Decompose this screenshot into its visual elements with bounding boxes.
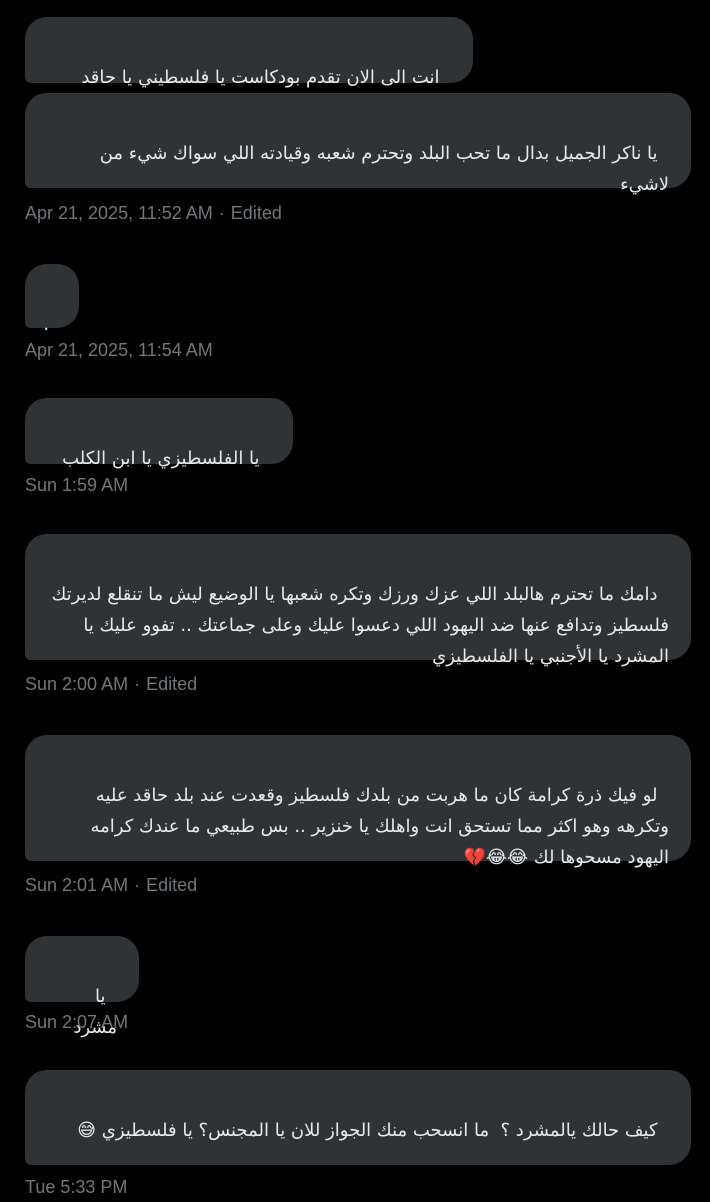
timestamp-text: Tue 5:33 PM	[25, 1177, 128, 1197]
message-bubble[interactable]: يا الفلسطيزي يا ابن الكلب	[25, 398, 293, 469]
message-bubble[interactable]: يا مشرد	[25, 936, 139, 1038]
message-text: لو فيك ذرة كرامة كان ما هربت من بلدك فلس…	[84, 785, 669, 868]
edited-label: Edited	[230, 203, 282, 223]
message-bubble[interactable]: انت الى الان تقدم بودكاست يا فلسطيني يا …	[25, 17, 473, 88]
message-timestamp: Sun 1:59 AM	[25, 475, 128, 496]
message-text: .	[43, 314, 50, 335]
message-timestamp: Apr 21, 2025, 11:52 AM · Edited	[25, 203, 282, 224]
message-text: انت الى الان تقدم بودكاست يا فلسطيني يا …	[81, 67, 440, 88]
message-text: كيف حالك يالمشرد ؟ ما انسحب منك الجواز ل…	[77, 1120, 658, 1141]
separator: ·	[134, 875, 141, 895]
edited-label: Edited	[146, 875, 198, 895]
message-bubble[interactable]: .	[25, 264, 79, 335]
timestamp-text: Apr 21, 2025, 11:54 AM	[25, 340, 213, 360]
message-timestamp: Sun 2:07 AM	[25, 1012, 128, 1033]
separator: ·	[134, 674, 141, 694]
message-timestamp: Tue 5:33 PM	[25, 1177, 127, 1198]
message-bubble[interactable]: لو فيك ذرة كرامة كان ما هربت من بلدك فلس…	[25, 735, 691, 868]
message-bubble[interactable]: كيف حالك يالمشرد ؟ ما انسحب منك الجواز ل…	[25, 1070, 691, 1165]
edited-label: Edited	[146, 674, 198, 694]
message-timestamp: Apr 21, 2025, 11:54 AM	[25, 340, 213, 361]
message-timestamp: Sun 2:01 AM · Edited	[25, 875, 197, 896]
timestamp-text: Sun 2:01 AM	[25, 875, 129, 895]
message-text: يا الفلسطيزي يا ابن الكلب	[62, 448, 260, 469]
message-bubble[interactable]: يا ناكر الجميل بدال ما تحب البلد وتحترم …	[25, 93, 691, 195]
message-timestamp: Sun 2:00 AM · Edited	[25, 674, 197, 695]
message-text: دامك ما تحترم هالبلد اللي عزك ورزك وتكره…	[45, 584, 669, 667]
timestamp-text: Sun 2:00 AM	[25, 674, 129, 694]
separator: ·	[218, 203, 225, 223]
message-bubble[interactable]: دامك ما تحترم هالبلد اللي عزك ورزك وتكره…	[25, 534, 691, 667]
timestamp-text: Apr 21, 2025, 11:52 AM	[25, 203, 213, 223]
message-text: يا ناكر الجميل بدال ما تحب البلد وتحترم …	[93, 143, 669, 195]
timestamp-text: Sun 1:59 AM	[25, 475, 129, 495]
timestamp-text: Sun 2:07 AM	[25, 1012, 129, 1032]
